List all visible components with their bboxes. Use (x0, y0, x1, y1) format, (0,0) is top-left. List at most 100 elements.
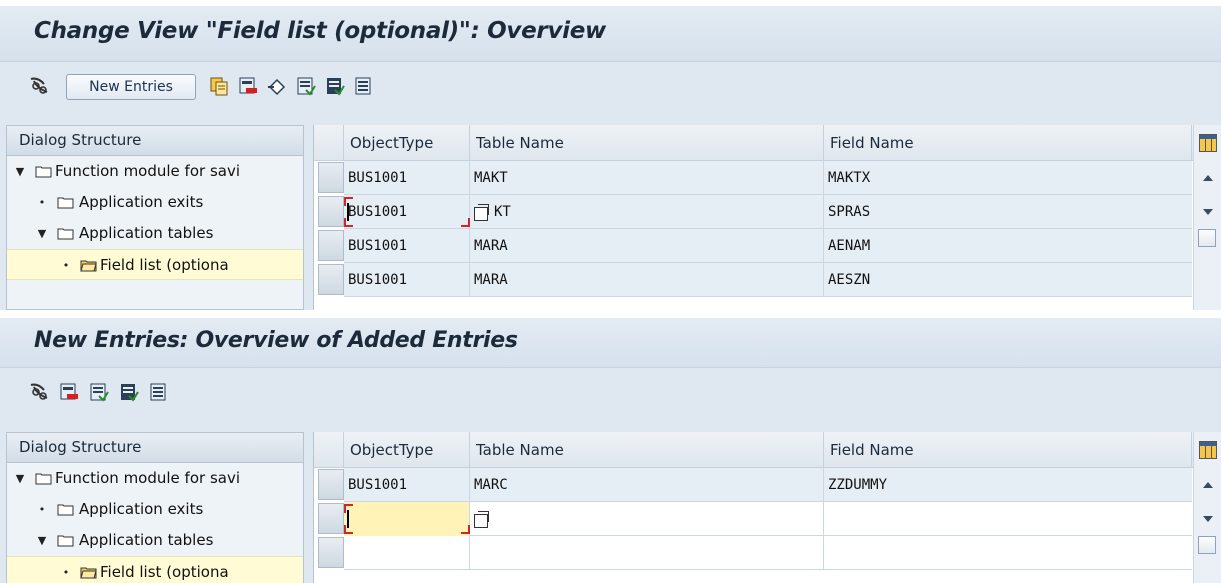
cell-field-name[interactable]: AESZN (824, 263, 1192, 297)
application-toolbar (0, 368, 1221, 418)
column-header-table-name[interactable]: Table Name (470, 125, 824, 161)
copy-icon[interactable] (208, 75, 230, 97)
glasses-icon[interactable] (28, 75, 50, 97)
cell-objecttype-input[interactable] (344, 536, 470, 570)
cell-table-name-input[interactable] (470, 536, 824, 570)
expand-icon[interactable]: ▼ (35, 525, 49, 556)
tree-item-application-tables[interactable]: ▼ Application tables (7, 525, 303, 556)
table-header: ObjectType Table Name Field Name (314, 432, 1221, 468)
tree-item-label: Application tables (79, 224, 214, 242)
cell-objecttype[interactable]: BUS1001 (344, 229, 470, 263)
open-folder-icon (80, 567, 97, 579)
cell-table-name[interactable]: MARA (470, 263, 824, 297)
tree-item-label: Function module for savi (55, 469, 240, 487)
tree-item-field-list[interactable]: • Field list (optiona (7, 249, 303, 280)
tree-item-application-tables[interactable]: ▼ Application tables (7, 218, 303, 249)
row-selector[interactable] (318, 162, 344, 193)
column-header-objecttype[interactable]: ObjectType (344, 432, 470, 468)
expand-icon[interactable]: ▼ (35, 218, 49, 249)
cell-table-name[interactable]: MARA (470, 229, 824, 263)
dialog-structure-tree: Dialog Structure ▼ Function module for s… (6, 125, 304, 310)
cell-field-name[interactable]: MAKTX (824, 161, 1192, 195)
table-row: BUS1001 MARA AENAM (344, 229, 1192, 263)
cell-field-name-input[interactable] (824, 502, 1192, 536)
open-folder-icon (80, 260, 97, 272)
cell-field-name[interactable]: AENAM (824, 229, 1192, 263)
select-all-icon[interactable] (88, 381, 110, 403)
scroll-up-icon[interactable] (1203, 482, 1213, 488)
deselect-all-icon[interactable] (148, 381, 170, 403)
cell-field-name-input[interactable] (824, 536, 1192, 570)
application-toolbar: New Entries (0, 62, 1221, 112)
glasses-icon[interactable] (28, 381, 50, 403)
expand-icon[interactable]: ▼ (13, 463, 27, 494)
cell-objecttype[interactable]: BUS1001 (344, 263, 470, 297)
cell-objecttype[interactable]: BUS1001 (344, 195, 470, 229)
vertical-scrollbar[interactable] (1193, 125, 1221, 310)
leaf-bullet-icon: • (38, 503, 46, 516)
cell-table-name[interactable]: KT (470, 195, 824, 229)
row-selector[interactable] (318, 196, 344, 227)
column-header-field-name[interactable]: Field Name (824, 125, 1192, 161)
folder-icon (57, 228, 74, 240)
row-selector[interactable] (318, 469, 344, 500)
text-cursor (347, 203, 349, 221)
column-header-field-name[interactable]: Field Name (824, 432, 1192, 468)
row-selector[interactable] (318, 230, 344, 261)
cell-table-name[interactable]: MAKT (470, 161, 824, 195)
select-all-rows-button[interactable] (314, 125, 344, 161)
tree-item-function-module[interactable]: ▼ Function module for savi (7, 463, 303, 494)
tree-item-application-exits[interactable]: • Application exits (7, 494, 303, 525)
scroll-down-icon[interactable] (1203, 209, 1213, 215)
title-bar: New Entries: Overview of Added Entries (0, 318, 1221, 368)
leaf-bullet-icon: • (62, 566, 70, 579)
entries-table: ObjectType Table Name Field Name BUS1001… (313, 125, 1221, 310)
scroll-up-icon[interactable] (1203, 175, 1213, 181)
column-header-objecttype[interactable]: ObjectType (344, 125, 470, 161)
focus-marker (461, 525, 470, 534)
tree-item-application-exits[interactable]: • Application exits (7, 187, 303, 218)
select-block-icon[interactable] (324, 75, 346, 97)
scroll-thumb[interactable] (1198, 536, 1216, 554)
scroll-down-icon[interactable] (1203, 516, 1213, 522)
select-all-icon[interactable] (295, 75, 317, 97)
select-all-rows-button[interactable] (314, 432, 344, 468)
cell-table-name[interactable]: MARC (470, 468, 824, 502)
dialog-structure-header: Dialog Structure (7, 433, 303, 463)
tree-item-field-list[interactable]: • Field list (optiona (7, 556, 303, 583)
column-header-table-name[interactable]: Table Name (470, 432, 824, 468)
cell-field-name[interactable]: ZZDUMMY (824, 468, 1192, 502)
title-bar: Change View "Field list (optional)": Ove… (0, 6, 1221, 62)
value-help-icon[interactable] (474, 204, 489, 221)
table-header: ObjectType Table Name Field Name (314, 125, 1221, 161)
dialog-structure-tree: Dialog Structure ▼ Function module for s… (6, 432, 304, 583)
delete-icon[interactable] (237, 75, 259, 97)
cell-field-name[interactable]: SPRAS (824, 195, 1192, 229)
cell-objecttype[interactable]: BUS1001 (344, 468, 470, 502)
tree-item-label: Field list (optiona (100, 256, 229, 274)
row-selector[interactable] (318, 503, 344, 534)
column-settings-icon[interactable] (1199, 441, 1217, 459)
deselect-all-icon[interactable] (353, 75, 375, 97)
new-entries-table: ObjectType Table Name Field Name BUS1001… (313, 432, 1221, 583)
folder-icon (35, 166, 52, 178)
dialog-structure-header: Dialog Structure (7, 126, 303, 156)
select-block-icon[interactable] (118, 381, 140, 403)
undo-icon[interactable] (266, 75, 288, 97)
vertical-scrollbar[interactable] (1193, 432, 1221, 583)
row-selector[interactable] (318, 537, 344, 568)
cell-objecttype[interactable]: BUS1001 (344, 161, 470, 195)
text-cursor (347, 510, 349, 528)
expand-icon[interactable]: ▼ (13, 156, 27, 187)
delete-icon[interactable] (58, 381, 80, 403)
column-settings-icon[interactable] (1199, 134, 1217, 152)
scroll-thumb[interactable] (1198, 229, 1216, 247)
new-entries-button[interactable]: New Entries (66, 74, 196, 100)
cell-objecttype-input[interactable] (344, 502, 470, 536)
tree-item-function-module[interactable]: ▼ Function module for savi (7, 156, 303, 187)
value-help-icon[interactable] (474, 511, 489, 528)
table-row: BUS1001 MAKT MAKTX (344, 161, 1192, 195)
cell-table-name-input[interactable] (470, 502, 824, 536)
row-selector[interactable] (318, 264, 344, 295)
folder-icon (57, 197, 74, 209)
